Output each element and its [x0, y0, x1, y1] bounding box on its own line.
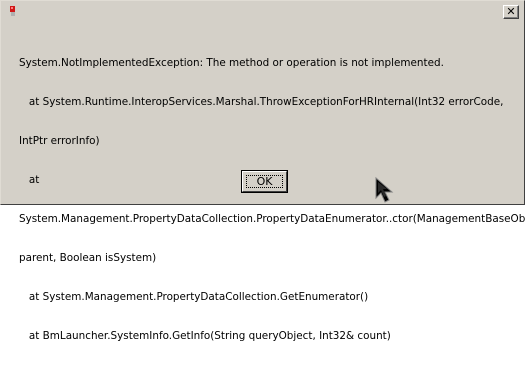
- app-icon: [10, 6, 15, 16]
- mouse-cursor-icon: [375, 176, 394, 203]
- title-bar[interactable]: ✕: [2, 2, 523, 22]
- message-line: at System.Runtime.InteropServices.Marsha…: [19, 96, 504, 108]
- message-line: parent, Boolean isSystem): [19, 252, 157, 264]
- message-line: System.Management.PropertyDataCollection…: [19, 213, 525, 225]
- message-line: IntPtr errorInfo): [19, 135, 100, 147]
- error-dialog: ✕ System.NotImplementedException: The me…: [0, 0, 525, 342]
- ok-button-label: OK: [256, 175, 273, 188]
- close-icon: ✕: [506, 5, 516, 18]
- error-message: System.NotImplementedException: The meth…: [19, 31, 525, 369]
- message-line: System.NotImplementedException: The meth…: [19, 57, 444, 69]
- message-line: at BmLauncher.SystemInfo.GetInfo(String …: [19, 330, 391, 342]
- ok-button[interactable]: OK: [241, 170, 288, 193]
- close-button[interactable]: ✕: [503, 5, 519, 19]
- message-line: at System.Management.PropertyDataCollect…: [19, 291, 369, 303]
